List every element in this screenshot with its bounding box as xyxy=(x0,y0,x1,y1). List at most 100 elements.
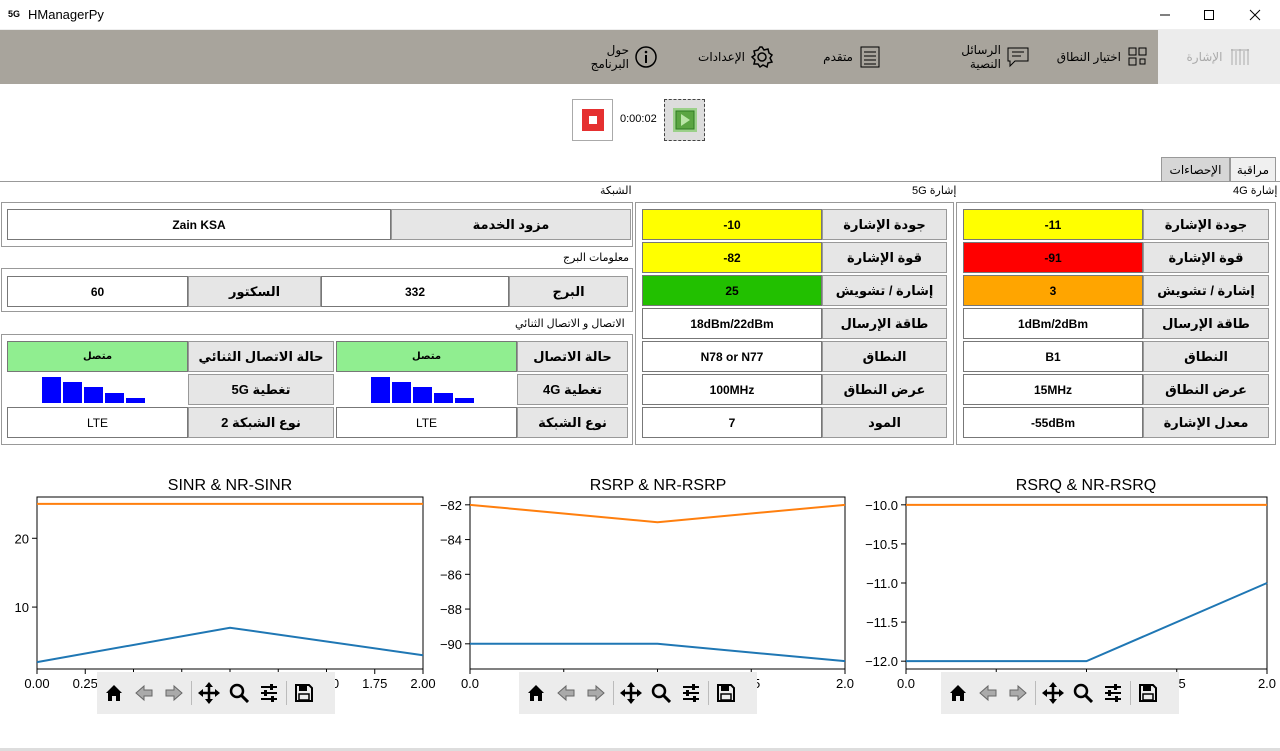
band-select-icon xyxy=(1126,45,1150,69)
toolbar-signal-button[interactable]: الإشارة xyxy=(1158,30,1280,84)
pan-icon[interactable] xyxy=(196,680,222,706)
zoom-icon[interactable] xyxy=(226,680,252,706)
home-icon[interactable] xyxy=(101,680,127,706)
tab-statistics[interactable]: الإحصاءات xyxy=(1161,157,1230,181)
connection-group-label: الاتصال و الاتصال الثنائي xyxy=(515,318,625,330)
y-tick-label: 10 xyxy=(15,600,29,615)
signal5g-row-value: -10 xyxy=(642,209,822,240)
zoom-icon[interactable] xyxy=(648,680,674,706)
y-tick-label: −86 xyxy=(440,567,462,582)
save-icon[interactable] xyxy=(1135,680,1161,706)
network-type-value: LTE xyxy=(336,407,517,438)
back-arrow-icon[interactable] xyxy=(553,680,579,706)
x-tick-label: 2.00 xyxy=(410,676,435,691)
tower-label: البرج xyxy=(509,276,628,307)
signal-icon xyxy=(1228,45,1252,69)
forward-arrow-icon[interactable] xyxy=(1005,680,1031,706)
signal5g-row-label: النطاق xyxy=(822,341,947,372)
network-group-label: الشبكة xyxy=(600,185,632,197)
coverage-bar xyxy=(392,382,411,403)
toolbar-band-select-button[interactable]: اختيار النطاق xyxy=(1050,30,1150,84)
toolbar-sms-button[interactable]: الرسائل النصية xyxy=(950,30,1030,84)
coverage-5g-bars xyxy=(42,377,145,403)
save-icon[interactable] xyxy=(291,680,317,706)
pan-icon[interactable] xyxy=(618,680,644,706)
signal4g-row-label: جودة الإشارة xyxy=(1143,209,1269,240)
signal5g-row-value: 18dBm/22dBm xyxy=(642,308,822,339)
stop-button[interactable] xyxy=(572,99,613,141)
signal5g-row-value: 7 xyxy=(642,407,822,438)
maximize-button[interactable] xyxy=(1186,0,1232,30)
app-icon: 5G xyxy=(8,9,21,19)
zoom-icon[interactable] xyxy=(1070,680,1096,706)
conn-status-label: حالة الاتصال xyxy=(517,341,628,372)
signal5g-row-value: 100MHz xyxy=(642,374,822,405)
network-type2-value: LTE xyxy=(7,407,188,438)
forward-arrow-icon[interactable] xyxy=(161,680,187,706)
configure-subplots-icon[interactable] xyxy=(678,680,704,706)
signal5g-row-value: 25 xyxy=(642,275,822,306)
stop-icon xyxy=(581,109,604,131)
elapsed-timer: 0:00:02 xyxy=(620,113,657,125)
list-icon xyxy=(858,45,882,69)
plot-frame xyxy=(36,496,424,670)
pan-icon[interactable] xyxy=(1040,680,1066,706)
tab-divider xyxy=(0,181,1280,182)
toolbar-about-button[interactable]: حول البرنامج xyxy=(566,30,658,84)
toolbar-separator xyxy=(1035,681,1036,705)
plot-frame xyxy=(905,496,1268,670)
coverage-bar xyxy=(126,398,145,403)
maximize-icon xyxy=(1204,10,1214,20)
signal5g-row-value: N78 or N77 xyxy=(642,341,822,372)
chart-title: SINR & NR-SINR xyxy=(168,477,292,494)
y-tick-label: −88 xyxy=(440,602,462,617)
signal4g-row-value: B1 xyxy=(963,341,1143,372)
sector-label: السكتور xyxy=(188,276,321,307)
coverage-bar xyxy=(434,393,453,403)
configure-subplots-icon[interactable] xyxy=(256,680,282,706)
forward-arrow-icon[interactable] xyxy=(583,680,609,706)
x-tick-label: 0.0 xyxy=(461,676,479,691)
y-tick-label: −10.5 xyxy=(865,537,898,552)
message-icon xyxy=(1006,45,1030,69)
signal5g-row-label: إشارة / تشويش xyxy=(822,275,947,306)
coverage-4g-label: تغطية 4G xyxy=(517,374,628,405)
toolbar-settings-button[interactable]: الإعدادات xyxy=(694,30,774,84)
minimize-button[interactable] xyxy=(1142,0,1188,30)
signal4g-row-label: النطاق xyxy=(1143,341,1269,372)
signal4g-row-label: إشارة / تشويش xyxy=(1143,275,1269,306)
x-tick-label: 0.0 xyxy=(897,676,915,691)
chart-title: RSRQ & NR-RSRQ xyxy=(1016,477,1156,494)
home-icon[interactable] xyxy=(945,680,971,706)
signal-5g-group-label: إشارة 5G xyxy=(912,185,957,197)
close-button[interactable] xyxy=(1232,0,1278,30)
coverage-bar xyxy=(413,387,432,403)
x-tick-label: 2.0 xyxy=(1258,676,1276,691)
chart-navigation-toolbar xyxy=(941,672,1179,714)
signal5g-row-label: عرض النطاق xyxy=(822,374,947,405)
conn-status-value: متصل xyxy=(336,341,517,372)
window-title: HManagerPy xyxy=(28,7,104,22)
signal5g-row-label: المود xyxy=(822,407,947,438)
back-arrow-icon[interactable] xyxy=(975,680,1001,706)
tower-value: 332 xyxy=(321,276,509,307)
signal4g-row-label: عرض النطاق xyxy=(1143,374,1269,405)
save-icon[interactable] xyxy=(713,680,739,706)
coverage-5g-label: تغطية 5G xyxy=(188,374,334,405)
chart-navigation-toolbar xyxy=(519,672,757,714)
signal-4g-group-label: إشارة 4G xyxy=(1233,185,1278,197)
dual-status-label: حالة الاتصال الثنائي xyxy=(188,341,334,372)
configure-subplots-icon[interactable] xyxy=(1100,680,1126,706)
provider-label: مزود الخدمة xyxy=(391,209,631,240)
toolbar-separator xyxy=(191,681,192,705)
play-button[interactable] xyxy=(664,99,705,141)
chart-title: RSRP & NR-RSRP xyxy=(590,477,727,494)
chart-navigation-toolbar xyxy=(97,672,335,714)
toolbar-advanced-button[interactable]: متقدم xyxy=(818,30,882,84)
back-arrow-icon[interactable] xyxy=(131,680,157,706)
tab-monitor[interactable]: مراقبة xyxy=(1230,157,1276,181)
x-tick-label: 0.25 xyxy=(73,676,98,691)
home-icon[interactable] xyxy=(523,680,549,706)
toolbar-separator xyxy=(708,681,709,705)
coverage-bar xyxy=(42,377,61,403)
